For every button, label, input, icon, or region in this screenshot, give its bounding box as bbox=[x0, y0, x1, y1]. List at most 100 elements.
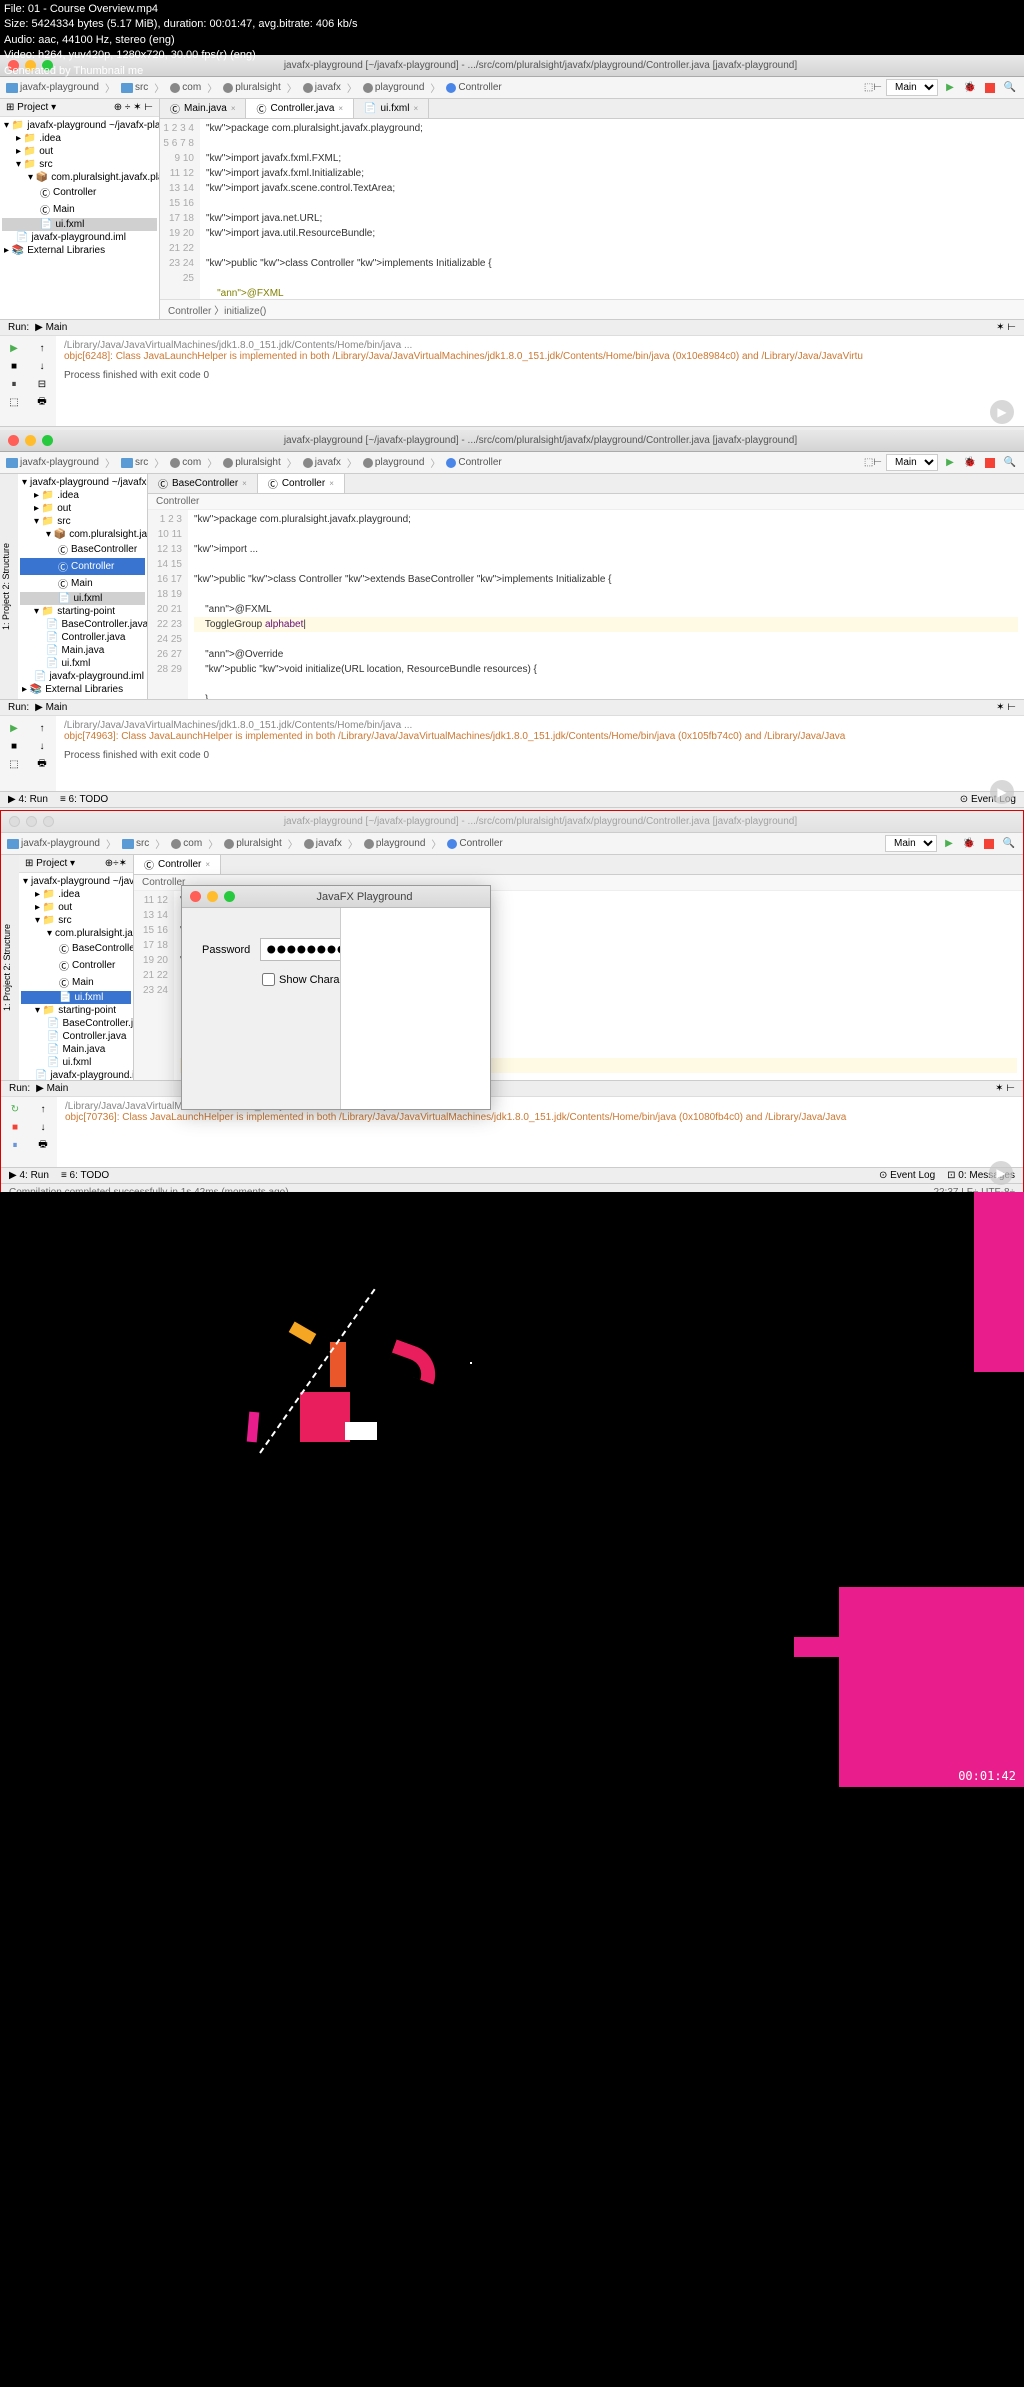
stop-button[interactable]: ■ bbox=[7, 1119, 23, 1135]
search-icon[interactable]: 🔍 bbox=[1002, 80, 1018, 96]
tree-bcjava[interactable]: 📄 BaseController.java bbox=[21, 1017, 131, 1030]
close-icon[interactable] bbox=[9, 816, 20, 827]
bc-com[interactable]: com bbox=[171, 838, 202, 849]
bc-controller[interactable]: Controller bbox=[446, 82, 501, 93]
console-output[interactable]: /Library/Java/JavaVirtualMachines/jdk1.8… bbox=[56, 716, 1024, 791]
bc-playground[interactable]: playground bbox=[363, 457, 424, 468]
tab-basecontroller[interactable]: Ⓒ BaseController × bbox=[148, 474, 258, 493]
todo-tab[interactable]: ≡ 6: TODO bbox=[60, 794, 108, 805]
wrap-icon[interactable]: ⊟ bbox=[34, 376, 50, 392]
tree-pkg[interactable]: ▾ com.pluralsight.javafx.pla bbox=[21, 927, 131, 940]
tab-controller[interactable]: Ⓒ Controller × bbox=[134, 855, 221, 874]
bc-pluralsight[interactable]: pluralsight bbox=[224, 838, 282, 849]
maximize-icon[interactable] bbox=[43, 816, 54, 827]
project-tool-tab[interactable]: 1: Project 2: Structure bbox=[0, 474, 18, 699]
tree-starting[interactable]: ▾ 📁 starting-point bbox=[20, 605, 145, 618]
debug-button[interactable]: 🐞 bbox=[962, 455, 978, 471]
eventlog-tab[interactable]: ⊙ Event Log bbox=[879, 1170, 935, 1181]
down-icon[interactable]: ↓ bbox=[35, 1119, 51, 1135]
debug-button[interactable]: 🐞 bbox=[962, 80, 978, 96]
rerun-button[interactable]: ↻ bbox=[7, 1101, 23, 1117]
tree-root[interactable]: ▾ javafx-playground ~/javafx-pla bbox=[21, 875, 131, 888]
bc-javafx[interactable]: javafx bbox=[303, 457, 341, 468]
tree-main[interactable]: Ⓒ Main bbox=[20, 575, 145, 592]
tree-out[interactable]: ▸ 📁 out bbox=[21, 901, 131, 914]
tree-uifxml[interactable]: 📄 ui.fxml bbox=[21, 991, 131, 1004]
tree-iml[interactable]: 📄 javafx-playground.iml bbox=[20, 670, 145, 683]
bc-src[interactable]: src bbox=[122, 838, 149, 849]
tree-mjava[interactable]: 📄 Main.java bbox=[21, 1043, 131, 1056]
tab-controller[interactable]: Ⓒ Controller.java × bbox=[246, 99, 354, 118]
exit-button[interactable]: ⬚ bbox=[6, 756, 22, 772]
maximize-icon[interactable] bbox=[42, 435, 53, 446]
tree-controller[interactable]: Ⓒ Controller bbox=[21, 957, 131, 974]
run-config-select[interactable]: Main bbox=[886, 79, 938, 96]
tree-uifxml2[interactable]: 📄 ui.fxml bbox=[20, 657, 145, 670]
code-editor[interactable]: 1 2 3 10 11 12 13 14 15 16 17 18 19 20 2… bbox=[148, 510, 1024, 699]
run-tab[interactable]: ▶ 4: Run bbox=[8, 794, 48, 805]
bc-root[interactable]: javafx-playground bbox=[6, 82, 99, 93]
tree-ext[interactable]: ▸ 📚 External Libraries bbox=[20, 683, 145, 696]
tab-main[interactable]: Ⓒ Main.java × bbox=[160, 99, 246, 118]
tree-root[interactable]: ▾ javafx-playground ~/javafx-pla bbox=[20, 476, 145, 489]
bc-playground[interactable]: playground bbox=[364, 838, 425, 849]
bc-playground[interactable]: playground bbox=[363, 82, 424, 93]
run-tab[interactable]: ▶ 4: Run bbox=[9, 1170, 49, 1181]
print-icon[interactable]: 🖶 bbox=[35, 1137, 51, 1153]
stop-button[interactable] bbox=[982, 80, 998, 96]
code-content[interactable]: "kw">package com.pluralsight.javafx.play… bbox=[200, 119, 1024, 299]
tree-main[interactable]: Ⓒ Main bbox=[21, 974, 131, 991]
tree-idea[interactable]: ▸ 📁 .idea bbox=[20, 489, 145, 502]
print-icon[interactable]: 🖶 bbox=[34, 756, 50, 772]
bc-src[interactable]: src bbox=[121, 82, 148, 93]
todo-tab[interactable]: ≡ 6: TODO bbox=[61, 1170, 109, 1181]
bc-controller[interactable]: Controller bbox=[446, 457, 501, 468]
tree-controller[interactable]: Ⓒ Controller bbox=[20, 558, 145, 575]
tree-src[interactable]: ▾ 📁 src bbox=[2, 158, 157, 171]
up-icon[interactable]: ↑ bbox=[34, 720, 50, 736]
bc-root[interactable]: javafx-playground bbox=[6, 457, 99, 468]
stop-button[interactable]: ■ bbox=[6, 358, 22, 374]
print-icon[interactable]: 🖶 bbox=[34, 394, 50, 410]
editor-breadcrumb[interactable]: Controller 〉initialize() bbox=[160, 299, 1024, 319]
exit-button[interactable]: ⬚ bbox=[6, 394, 22, 410]
run-button[interactable]: ▶ bbox=[942, 80, 958, 96]
bc-pluralsight[interactable]: pluralsight bbox=[223, 457, 281, 468]
project-tool-tab[interactable]: 1: Project 2: Structure bbox=[1, 855, 19, 1080]
stop-button[interactable] bbox=[981, 836, 997, 852]
close-icon[interactable]: × bbox=[338, 104, 343, 113]
close-icon[interactable] bbox=[8, 435, 19, 446]
code-content[interactable]: "kw">package com.pluralsight.javafx.play… bbox=[188, 510, 1024, 699]
console-output[interactable]: /Library/Java/JavaVirtualMachines/jdk1.8… bbox=[56, 336, 1024, 426]
pause-button[interactable]: ⏸ bbox=[6, 376, 22, 392]
minimize-icon[interactable] bbox=[207, 891, 218, 902]
tree-uifxml[interactable]: 📄 ui.fxml bbox=[2, 218, 157, 231]
stop-button[interactable]: ■ bbox=[6, 738, 22, 754]
search-icon[interactable]: 🔍 bbox=[1002, 455, 1018, 471]
tree-ext[interactable]: ▸ 📚 External Libraries bbox=[2, 244, 157, 257]
minimize-icon[interactable] bbox=[26, 816, 37, 827]
tree-uifxml2[interactable]: 📄 ui.fxml bbox=[21, 1056, 131, 1069]
rerun-button[interactable]: ▶ bbox=[6, 340, 22, 356]
tree-basecontroller[interactable]: Ⓒ BaseController bbox=[20, 541, 145, 558]
tree-pkg[interactable]: ▾ 📦 com.pluralsight.javafx.pla bbox=[20, 528, 145, 541]
tab-controller[interactable]: Ⓒ Controller × bbox=[258, 474, 345, 493]
bc-com[interactable]: com bbox=[170, 457, 201, 468]
run-config-select[interactable]: Main bbox=[885, 835, 937, 852]
tree-pkg[interactable]: ▾ 📦 com.pluralsight.javafx.playgro bbox=[2, 171, 157, 184]
code-editor[interactable]: 1 2 3 4 5 6 7 8 9 10 11 12 13 14 15 16 1… bbox=[160, 119, 1024, 299]
rerun-button[interactable]: ▶ bbox=[6, 720, 22, 736]
tree-basecontroller[interactable]: Ⓒ BaseController bbox=[21, 940, 131, 957]
maximize-icon[interactable] bbox=[224, 891, 235, 902]
debug-button[interactable]: 🐞 bbox=[961, 836, 977, 852]
tree-src[interactable]: ▾ 📁 src bbox=[21, 914, 131, 927]
tree-root[interactable]: ▾ 📁 javafx-playground ~/javafx-pla... bbox=[2, 119, 157, 132]
tree-out[interactable]: ▸ 📁 out bbox=[20, 502, 145, 515]
tree-main[interactable]: Ⓒ Main bbox=[2, 201, 157, 218]
bc-src[interactable]: src bbox=[121, 457, 148, 468]
close-icon[interactable] bbox=[190, 891, 201, 902]
tree-controller[interactable]: Ⓒ Controller bbox=[2, 184, 157, 201]
minimize-icon[interactable] bbox=[25, 435, 36, 446]
bc-pluralsight[interactable]: pluralsight bbox=[223, 82, 281, 93]
bc-controller[interactable]: Controller bbox=[447, 838, 502, 849]
